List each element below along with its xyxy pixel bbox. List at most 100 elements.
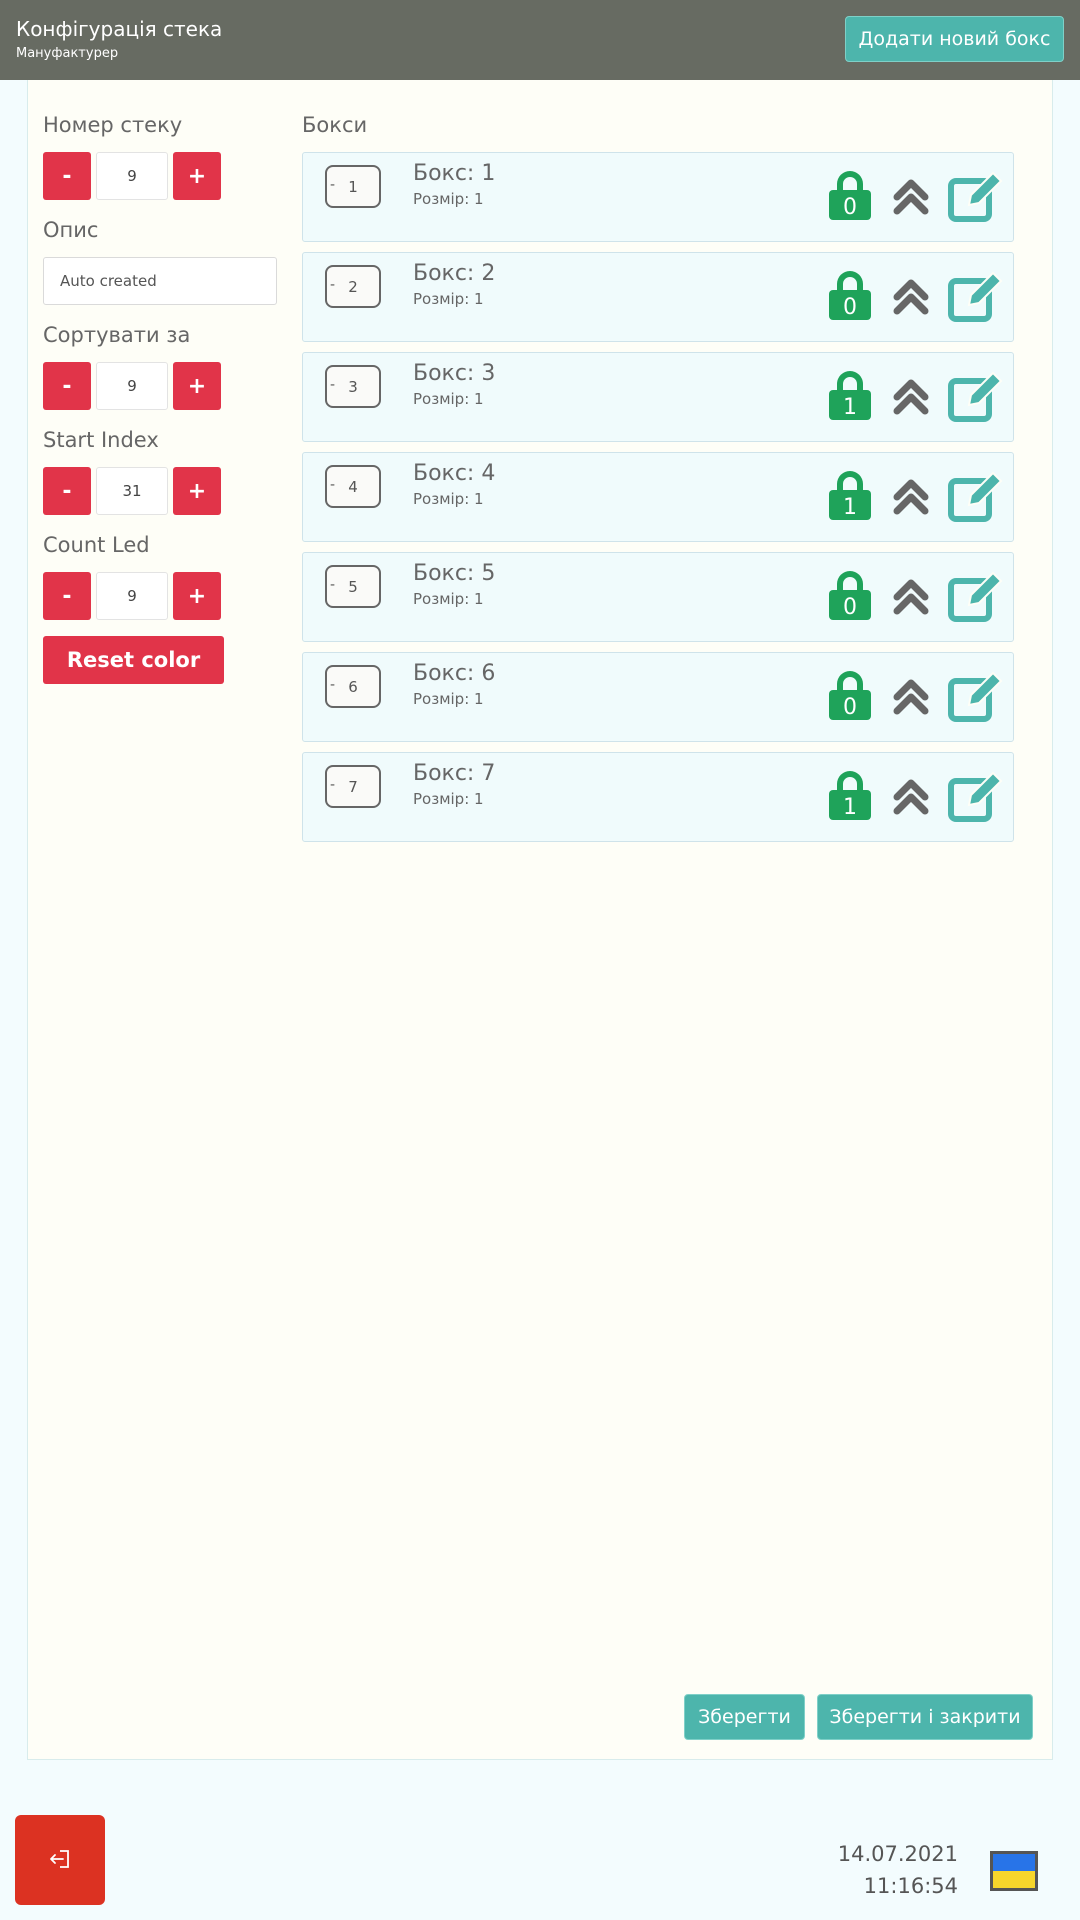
boxes-title: Бокси: [302, 113, 368, 137]
box-position-value: 3: [348, 378, 358, 396]
box-position-field[interactable]: - 1: [325, 165, 381, 208]
count-led-increment-button[interactable]: +: [173, 572, 221, 620]
move-up-icon[interactable]: [893, 277, 929, 321]
top-bar: Конфігурація стека Мануфактурер Додати н…: [0, 0, 1080, 80]
reset-color-button[interactable]: Reset color: [43, 636, 224, 684]
box-position-field[interactable]: - 7: [325, 765, 381, 808]
edit-icon[interactable]: [947, 469, 1003, 527]
box-position-field[interactable]: - 6: [325, 665, 381, 708]
save-button[interactable]: Зберегти: [684, 1694, 805, 1740]
add-new-box-button[interactable]: Додати новий бокс: [845, 16, 1064, 62]
stack-number-input[interactable]: [96, 152, 168, 200]
box-position-value: 4: [348, 478, 358, 496]
box-position-value: 5: [348, 578, 358, 596]
box-position-field[interactable]: - 2: [325, 265, 381, 308]
box-size: Розмір: 1: [413, 190, 484, 208]
sort-by-input[interactable]: [96, 362, 168, 410]
lock-count: 1: [843, 395, 857, 420]
edit-icon[interactable]: [947, 569, 1003, 627]
flag-blue-stripe: [993, 1854, 1035, 1871]
lock-icon[interactable]: 0: [827, 569, 873, 621]
move-up-icon[interactable]: [893, 577, 929, 621]
box-name: Бокс: 5: [413, 561, 496, 586]
move-up-icon[interactable]: [893, 477, 929, 521]
box-name: Бокс: 4: [413, 461, 496, 486]
box-size: Розмір: 1: [413, 290, 484, 308]
count-led-stepper: - +: [43, 572, 221, 620]
logout-icon: [50, 1849, 69, 1868]
move-up-icon[interactable]: [893, 177, 929, 221]
box-size: Розмір: 1: [413, 490, 484, 508]
box-card: - 5 Бокс: 5 Розмір: 1 0: [302, 552, 1014, 642]
box-size: Розмір: 1: [413, 790, 484, 808]
move-up-icon[interactable]: [893, 377, 929, 421]
edit-icon[interactable]: [947, 769, 1003, 827]
count-led-input[interactable]: [96, 572, 168, 620]
edit-icon[interactable]: [947, 169, 1003, 227]
start-index-increment-button[interactable]: +: [173, 467, 221, 515]
box-card: - 7 Бокс: 7 Розмір: 1 1: [302, 752, 1014, 842]
count-led-label: Count Led: [43, 533, 150, 557]
box-name: Бокс: 1: [413, 161, 496, 186]
sort-by-decrement-button[interactable]: -: [43, 362, 91, 410]
box-size: Розмір: 1: [413, 590, 484, 608]
box-card: - 3 Бокс: 3 Розмір: 1 1: [302, 352, 1014, 442]
stack-number-decrement-button[interactable]: -: [43, 152, 91, 200]
current-time: 11:16:54: [863, 1874, 958, 1898]
move-up-icon[interactable]: [893, 777, 929, 821]
lock-count: 0: [843, 595, 857, 620]
start-index-decrement-button[interactable]: -: [43, 467, 91, 515]
sort-by-stepper: - +: [43, 362, 221, 410]
box-size: Розмір: 1: [413, 690, 484, 708]
box-name: Бокс: 7: [413, 761, 496, 786]
logout-button[interactable]: [15, 1815, 105, 1905]
lock-icon[interactable]: 1: [827, 469, 873, 521]
box-list: - 1 Бокс: 1 Розмір: 1 0 - 2 Бокс: 2 Розм…: [302, 152, 1014, 852]
sort-by-label: Сортувати за: [43, 323, 191, 347]
flag-yellow-stripe: [993, 1871, 1035, 1888]
box-position-value: 6: [348, 678, 358, 696]
config-panel: Номер стеку - + Опис Сортувати за - + St…: [27, 80, 1053, 1760]
lock-count: 1: [843, 495, 857, 520]
start-index-input[interactable]: [96, 467, 168, 515]
description-input[interactable]: [43, 257, 277, 305]
box-position-value: 7: [348, 778, 358, 796]
stack-number-stepper: - +: [43, 152, 221, 200]
box-position-field[interactable]: - 5: [325, 565, 381, 608]
lock-count: 0: [843, 195, 857, 220]
box-position-value: 1: [348, 178, 358, 196]
box-position-field[interactable]: - 3: [325, 365, 381, 408]
count-led-decrement-button[interactable]: -: [43, 572, 91, 620]
lock-count: 0: [843, 695, 857, 720]
start-index-stepper: - +: [43, 467, 221, 515]
box-size: Розмір: 1: [413, 390, 484, 408]
move-up-icon[interactable]: [893, 677, 929, 721]
lock-icon[interactable]: 1: [827, 769, 873, 821]
save-and-close-button[interactable]: Зберегти і закрити: [817, 1694, 1033, 1740]
lock-icon[interactable]: 1: [827, 369, 873, 421]
page-subtitle: Мануфактурер: [16, 46, 119, 61]
edit-icon[interactable]: [947, 269, 1003, 327]
lock-icon[interactable]: 0: [827, 669, 873, 721]
lock-icon[interactable]: 0: [827, 269, 873, 321]
box-card: - 1 Бокс: 1 Розмір: 1 0: [302, 152, 1014, 242]
page-title: Конфігурація стека: [16, 17, 223, 41]
lock-count: 0: [843, 295, 857, 320]
box-position-field[interactable]: - 4: [325, 465, 381, 508]
edit-icon[interactable]: [947, 369, 1003, 427]
box-name: Бокс: 6: [413, 661, 496, 686]
current-date: 14.07.2021: [837, 1842, 958, 1866]
stack-number-increment-button[interactable]: +: [173, 152, 221, 200]
lock-icon[interactable]: 0: [827, 169, 873, 221]
description-label: Опис: [43, 218, 99, 242]
start-index-label: Start Index: [43, 428, 159, 452]
box-card: - 4 Бокс: 4 Розмір: 1 1: [302, 452, 1014, 542]
ukraine-flag-icon[interactable]: [990, 1851, 1038, 1891]
box-name: Бокс: 2: [413, 261, 496, 286]
sort-by-increment-button[interactable]: +: [173, 362, 221, 410]
box-name: Бокс: 3: [413, 361, 496, 386]
box-card: - 2 Бокс: 2 Розмір: 1 0: [302, 252, 1014, 342]
stack-number-label: Номер стеку: [43, 113, 183, 137]
datetime: 14.07.2021 11:16:54: [838, 1838, 958, 1902]
edit-icon[interactable]: [947, 669, 1003, 727]
